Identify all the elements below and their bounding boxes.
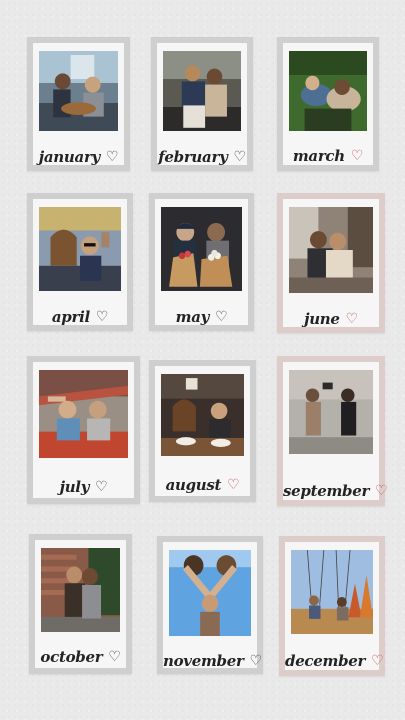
polaroid-frame: august ♡ xyxy=(155,366,250,496)
polaroid-frame: december ♡ xyxy=(285,542,384,670)
heart-icon: ♡ xyxy=(371,653,384,669)
polaroid-may: may ♡ xyxy=(149,193,254,331)
month-label: april ♡ xyxy=(51,308,109,326)
month-label: october ♡ xyxy=(40,648,121,666)
photo-february xyxy=(163,51,241,131)
month-label: march ♡ xyxy=(292,147,364,165)
heart-icon: ♡ xyxy=(108,649,121,665)
polaroid-frame: june ♡ xyxy=(283,199,379,328)
polaroid-june: june ♡ xyxy=(277,193,385,333)
month-label: august ♡ xyxy=(165,476,240,494)
polaroid-frame: january ♡ xyxy=(33,43,124,166)
polaroid-february: february ♡ xyxy=(151,37,253,171)
heart-icon: ♡ xyxy=(105,149,119,165)
photo-march xyxy=(289,51,367,131)
month-label: february ♡ xyxy=(158,148,246,166)
month-label: january ♡ xyxy=(38,148,119,166)
photo-december xyxy=(291,550,373,634)
photo-june xyxy=(289,207,373,293)
photo-november xyxy=(169,550,251,636)
photo-january xyxy=(39,51,118,131)
polaroid-frame: october ♡ xyxy=(35,540,126,668)
heart-icon: ♡ xyxy=(249,653,263,669)
polaroid-frame: march ♡ xyxy=(283,43,373,165)
month-label: july ♡ xyxy=(59,478,108,496)
heart-icon: ♡ xyxy=(95,309,109,325)
polaroid-october: october ♡ xyxy=(29,534,132,674)
polaroid-march: march ♡ xyxy=(277,37,379,171)
polaroid-august: august ♡ xyxy=(149,360,256,502)
polaroid-december: december ♡ xyxy=(279,536,385,676)
polaroid-frame: may ♡ xyxy=(155,199,248,326)
polaroid-july: july ♡ xyxy=(27,356,140,504)
polaroid-november: november ♡ xyxy=(157,536,263,674)
photo-july xyxy=(39,370,128,458)
month-label: september ♡ xyxy=(283,482,388,500)
polaroid-september: september ♡ xyxy=(277,356,388,506)
photo-april xyxy=(39,207,121,291)
heart-icon: ♡ xyxy=(95,479,108,495)
polaroid-frame: september ♡ xyxy=(283,362,388,500)
photo-august xyxy=(161,374,244,456)
polaroid-frame: april ♡ xyxy=(33,199,127,326)
heart-icon: ♡ xyxy=(350,148,364,164)
heart-icon: ♡ xyxy=(227,477,240,493)
polaroid-april: april ♡ xyxy=(27,193,133,331)
polaroid-january: january ♡ xyxy=(27,37,130,171)
month-label: june ♡ xyxy=(304,310,359,328)
photo-calendar-wallpaper: { "months": [ {"label":"january", "photo… xyxy=(0,0,405,720)
month-label: december ♡ xyxy=(285,652,384,670)
photo-may xyxy=(161,207,242,291)
heart-icon: ♡ xyxy=(215,309,228,325)
polaroid-frame: november ♡ xyxy=(163,542,262,670)
heart-icon: ♡ xyxy=(345,311,359,327)
month-label: may ♡ xyxy=(175,308,228,326)
heart-icon: ♡ xyxy=(233,149,246,165)
polaroid-frame: february ♡ xyxy=(157,43,247,166)
polaroid-frame: july ♡ xyxy=(33,362,134,498)
heart-icon: ♡ xyxy=(375,483,388,499)
month-label: november ♡ xyxy=(163,652,262,670)
photo-october xyxy=(41,548,120,632)
photo-september xyxy=(289,370,373,454)
